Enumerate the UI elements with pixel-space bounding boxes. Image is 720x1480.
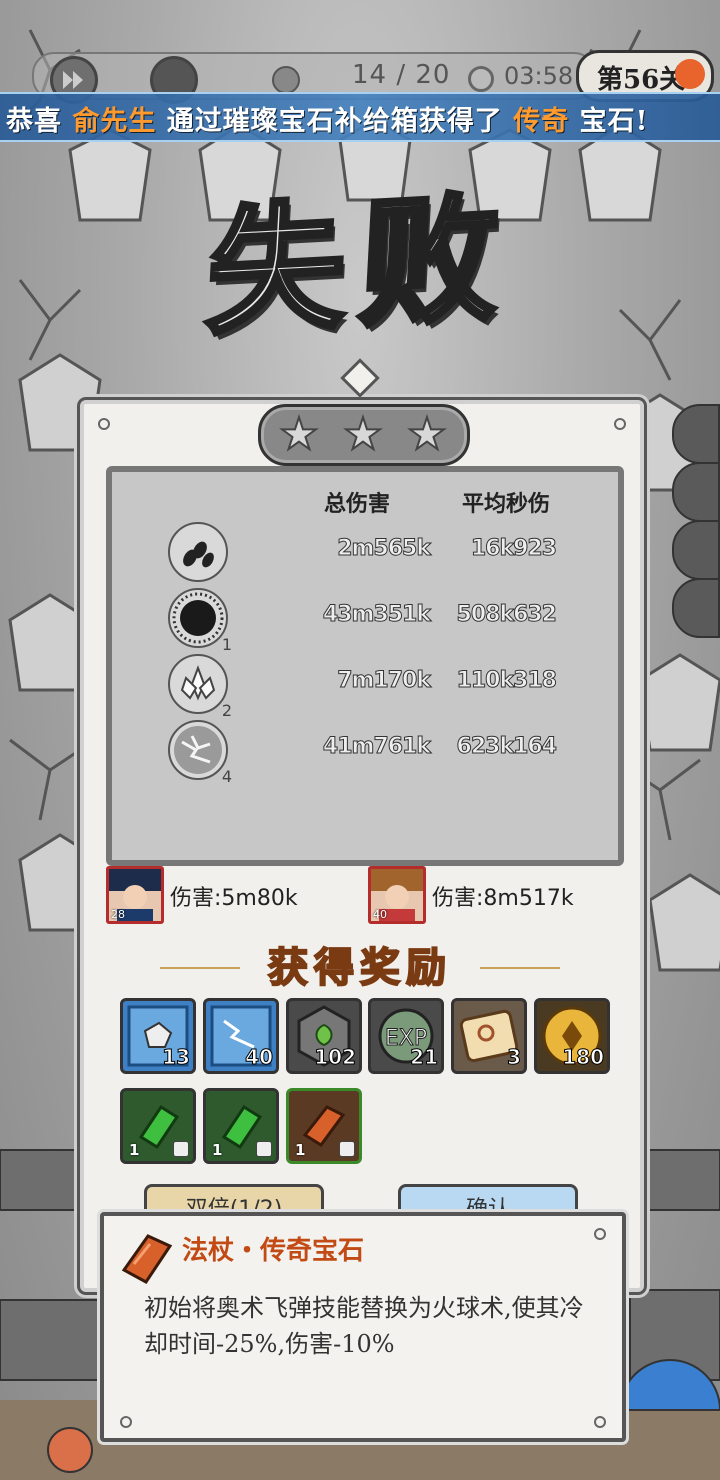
announcement-banner: 恭喜 俞先生 通过璀璨宝石补给箱获得了 传奇 宝石! — [0, 92, 720, 142]
gem-tooltip: 法杖・传奇宝石 初始将奥术飞弹技能替换为火球术,使其冷却时间-25%,伤害-10… — [100, 1212, 626, 1442]
hero-level: 40 — [373, 908, 387, 921]
clock-icon — [468, 66, 494, 92]
reward-count: 3 — [507, 1045, 522, 1070]
stats-row: 2m565k 16k923 — [112, 522, 618, 582]
stats-row: 1 43m351k 508k632 — [112, 588, 618, 654]
announcement-player: 俞先生 — [72, 106, 157, 137]
dps-value: 16k923 — [470, 536, 557, 562]
coin-icon — [272, 66, 300, 94]
black-hole-skill-icon: 1 — [168, 588, 232, 654]
reward-count: 180 — [562, 1045, 605, 1070]
stats-row: 4 41m761k 623k164 — [112, 720, 618, 786]
announcement-prefix: 恭喜 — [6, 106, 73, 137]
gem-type-tag-icon — [173, 1141, 189, 1157]
lightning-skill-icon: 4 — [168, 720, 232, 786]
total-damage-value: 7m170k — [337, 668, 432, 694]
panel-rivet — [98, 418, 110, 430]
battle-timer: 03:58 — [504, 62, 574, 90]
reward-item[interactable]: 1 — [120, 1088, 196, 1164]
star-rating: ★ ★ ★ — [258, 404, 470, 466]
hero-avatar[interactable]: 28 — [106, 866, 164, 924]
star-empty-icon: ★ — [406, 409, 447, 460]
reward-item[interactable]: EXP 21 — [368, 998, 444, 1074]
damage-stats-table: 总伤害 平均秒伤 2m565k 16k923 1 43m351k 508k632… — [106, 466, 624, 866]
announcement-rarity: 传奇 — [513, 106, 570, 137]
gem-type-tag-icon — [256, 1141, 272, 1157]
octopus-icon — [675, 59, 705, 89]
divider — [160, 967, 240, 969]
skill-level: 2 — [221, 701, 232, 720]
gem-type-tag-icon — [339, 1141, 355, 1157]
result-title: 失败 — [201, 173, 520, 357]
skill-level: 1 — [221, 635, 232, 654]
announcement-text: 恭喜 俞先生 通过璀璨宝石补给箱获得了 传奇 宝石! — [6, 99, 648, 138]
side-skill-slot — [672, 404, 720, 464]
reward-count: 13 — [162, 1045, 191, 1070]
announcement-suffix: 宝石! — [569, 106, 649, 137]
hero-damage-text: 伤害:8m517k — [432, 886, 574, 911]
dps-value: 623k164 — [456, 734, 557, 760]
reward-item-selected[interactable]: 1 — [286, 1088, 362, 1164]
gem-name: 法杖・传奇宝石 — [182, 1236, 365, 1266]
reward-item[interactable]: 40 — [203, 998, 279, 1074]
star-empty-icon: ★ — [342, 409, 383, 460]
header-total-damage: 总伤害 — [324, 491, 391, 517]
hero-level: 28 — [111, 908, 125, 921]
reward-item[interactable]: 180 — [534, 998, 610, 1074]
dps-value: 508k632 — [456, 602, 557, 628]
tooltip-rivet — [120, 1416, 132, 1428]
divider — [480, 967, 560, 969]
ice-crystal-skill-icon: 2 — [168, 654, 232, 720]
side-skill-slot — [672, 520, 720, 580]
side-skill-slot — [672, 462, 720, 522]
reward-item[interactable]: 13 — [120, 998, 196, 1074]
total-damage-value: 2m565k — [337, 536, 432, 562]
announcement-middle: 通过璀璨宝石补给箱获得了 — [156, 106, 514, 137]
side-skill-slot — [672, 578, 720, 638]
rewards-title: 获得奖励 — [267, 943, 452, 992]
reward-item[interactable]: 3 — [451, 998, 527, 1074]
reward-count: 21 — [410, 1045, 439, 1070]
reward-item[interactable]: 1 — [203, 1088, 279, 1164]
total-damage-value: 41m761k — [322, 734, 431, 760]
legendary-gem-icon — [121, 1234, 173, 1284]
rewards-heading: 获得奖励 — [160, 940, 560, 996]
total-damage-value: 43m351k — [322, 602, 431, 628]
reward-count: 102 — [314, 1045, 357, 1070]
stats-row: 2 7m170k 110k318 — [112, 654, 618, 720]
reward-item[interactable]: 102 — [286, 998, 362, 1074]
reward-count: 1 — [295, 1141, 306, 1159]
reward-count: 1 — [129, 1141, 140, 1159]
level-label: 第56关 — [597, 65, 686, 95]
tooltip-rivet — [594, 1416, 606, 1428]
gem-description: 初始将奥术飞弹技能替换为火球术,使其冷却时间-25%,伤害-10% — [144, 1294, 584, 1358]
header-dps: 平均秒伤 — [462, 491, 551, 517]
reward-count: 40 — [245, 1045, 274, 1070]
panel-rivet — [614, 418, 626, 430]
dps-value: 110k318 — [456, 668, 557, 694]
star-empty-icon: ★ — [278, 409, 319, 460]
wave-counter: 14 / 20 — [352, 60, 451, 90]
skill-level: 4 — [221, 767, 232, 786]
tooltip-rivet — [594, 1228, 606, 1240]
hero-damage-text: 伤害:5m80k — [170, 886, 298, 911]
reward-count: 1 — [212, 1141, 223, 1159]
dark-missile-skill-icon — [168, 522, 228, 582]
hero-avatar[interactable]: 40 — [368, 866, 426, 924]
